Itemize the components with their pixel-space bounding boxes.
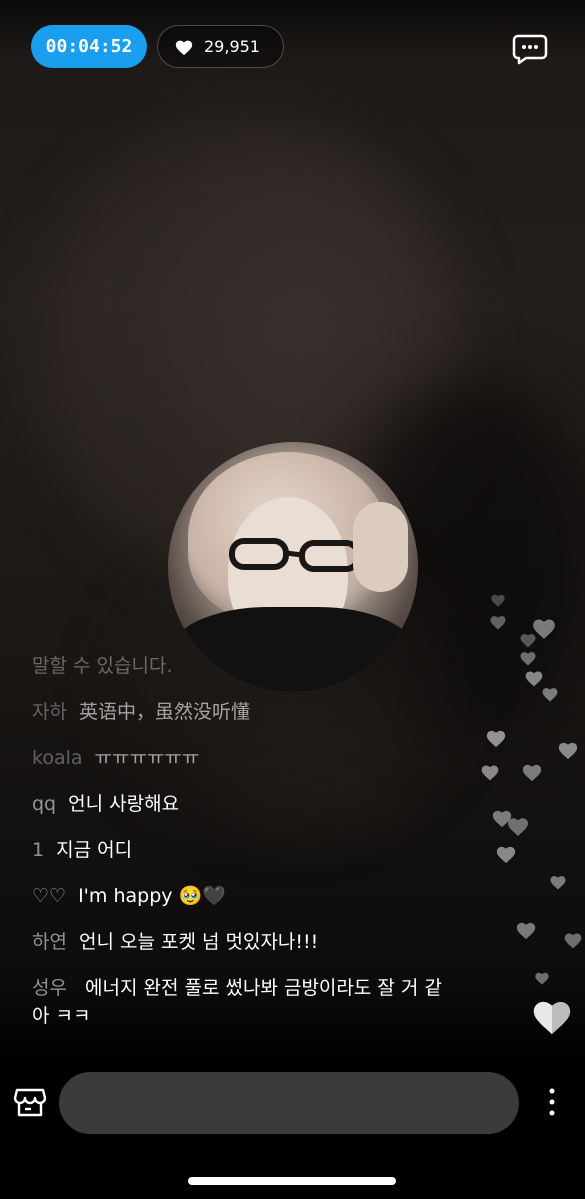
- chat-message: 1 지금 어디: [32, 836, 452, 864]
- floating-heart-icon: [564, 933, 582, 949]
- chat-message: 성우 에너지 완전 풀로 썼나봐 금방이라도 잘 거 같아 ㅋㅋ: [32, 974, 452, 1030]
- chat-message: koala ㅠㅠㅠㅠㅠㅠ: [32, 744, 452, 772]
- chat-message: 말할 수 있습니다.: [32, 652, 452, 680]
- floating-heart-icon: [508, 818, 528, 836]
- floating-heart-icon: [486, 730, 506, 748]
- floating-heart-icon: [490, 616, 506, 630]
- chat-message: qq 언니 사랑해요: [32, 790, 452, 818]
- floating-heart-icon: [520, 652, 536, 666]
- heart-reaction-icon[interactable]: [530, 996, 574, 1036]
- chat-message: 하연 언니 오늘 포켓 넘 멋있자나!!!: [32, 928, 452, 956]
- floating-heart-icon: [550, 876, 566, 890]
- heart-icon: [175, 40, 193, 55]
- chat-username[interactable]: 자하: [32, 698, 67, 726]
- chat-username[interactable]: 1: [32, 836, 44, 864]
- chat-partial-line: [32, 628, 452, 644]
- chat-message: ♡♡ I'm happy 🥹🖤: [32, 882, 452, 910]
- floating-heart-icon: [535, 972, 549, 985]
- chat-text: 英语中，虽然没听懂: [78, 701, 250, 723]
- comment-input[interactable]: [59, 1072, 519, 1134]
- floating-heart-icon: [558, 742, 578, 760]
- like-counter[interactable]: 29,951: [157, 25, 284, 68]
- chat-username[interactable]: 성우: [32, 977, 67, 999]
- chat-message: 자하 英语中，虽然没听懂: [32, 698, 452, 726]
- floating-heart-icon: [542, 688, 558, 702]
- store-icon[interactable]: [13, 1086, 47, 1118]
- chat-username[interactable]: 하연: [32, 928, 67, 956]
- chat-text: ㅠㅠㅠㅠㅠㅠ: [94, 747, 200, 769]
- floating-heart-icon: [522, 764, 542, 782]
- floating-heart-icon: [520, 634, 536, 648]
- floating-heart-icon: [496, 846, 516, 864]
- chat-bubble-icon[interactable]: [512, 32, 548, 66]
- chat-username[interactable]: koala: [32, 744, 83, 772]
- floating-heart-icon: [481, 765, 499, 781]
- chat-text: 지금 어디: [56, 839, 133, 861]
- chat-text: 말할 수 있습니다.: [32, 655, 173, 677]
- more-vertical-icon[interactable]: [544, 1086, 560, 1118]
- chat-text: I'm happy 🥹🖤: [78, 885, 226, 907]
- home-indicator: [188, 1177, 396, 1185]
- like-count: 29,951: [204, 37, 260, 56]
- chat-text: 언니 오늘 포켓 넘 멋있자나!!!: [78, 931, 319, 953]
- chat-username[interactable]: qq: [32, 790, 56, 818]
- floating-heart-icon: [516, 922, 536, 940]
- avatar-hand: [353, 502, 408, 592]
- chat-text: 언니 사랑해요: [68, 793, 180, 815]
- chat-text: 에너지 완전 풀로 썼나봐 금방이라도 잘 거 같아 ㅋㅋ: [32, 977, 442, 1027]
- chat-feed: 말할 수 있습니다. 자하 英语中，虽然没听懂 koala ㅠㅠㅠㅠㅠㅠ qq …: [32, 628, 452, 1048]
- live-timer: 00:04:52: [31, 25, 147, 68]
- avatar-glasses: [229, 538, 361, 572]
- chat-username[interactable]: ♡♡: [32, 882, 66, 910]
- floating-heart-icon: [491, 594, 505, 607]
